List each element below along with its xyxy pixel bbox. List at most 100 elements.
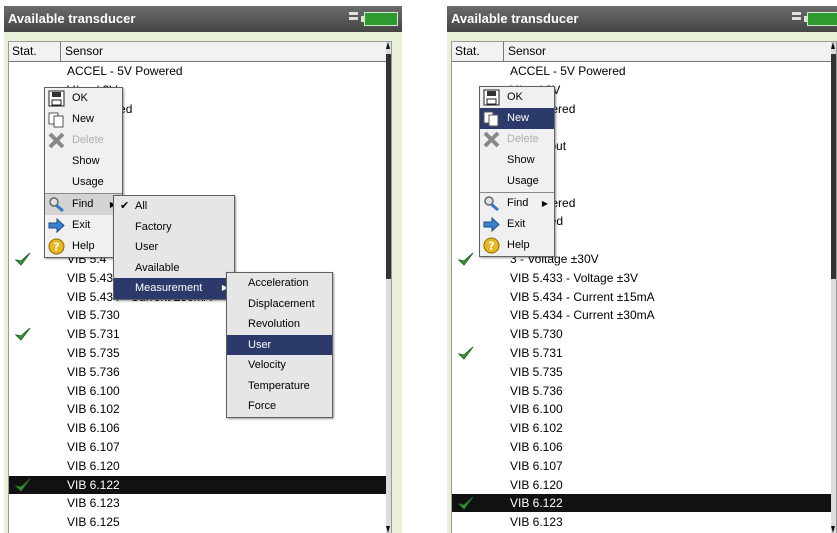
list-row[interactable]: VIB 5.736 — [452, 382, 836, 400]
header-sensor[interactable]: Sensor — [65, 42, 103, 61]
list-row[interactable]: VIB 5.731 — [452, 344, 836, 362]
scrollbar[interactable] — [831, 42, 836, 533]
new-document-icon — [48, 111, 65, 128]
menu-item-ok[interactable]: OK — [45, 88, 122, 109]
battery-icon — [804, 12, 837, 26]
list-row[interactable]: VIB 6.120 — [9, 457, 391, 475]
list-row[interactable]: VIB 5.731 — [9, 325, 391, 343]
submenu-item-force[interactable]: Force — [227, 396, 332, 417]
submenu-item-all[interactable]: ✔ All — [114, 196, 234, 217]
header-stat[interactable]: Stat. — [12, 42, 37, 61]
scrollbar[interactable] — [386, 42, 391, 533]
list-row[interactable]: VIB 5.730 — [9, 306, 391, 324]
checkmark-icon — [457, 495, 474, 511]
context-menu: OK New Delete Show UsageFind▶Exit?Help — [44, 87, 123, 258]
submenu-item-label: Acceleration — [248, 277, 309, 289]
submenu-item-velocity[interactable]: Velocity — [227, 355, 332, 376]
list-row[interactable]: ACCEL - 5V Powered — [452, 62, 836, 80]
sensor-name: VIB 5.43 — [67, 270, 114, 285]
sensor-name: VIB 6.106 — [67, 421, 120, 436]
menu-item-exit[interactable]: Exit — [480, 214, 554, 235]
menu-item-new[interactable]: New — [480, 108, 554, 129]
sensor-name: VIB 5.434 - Current ±30mA — [510, 308, 655, 323]
list-row[interactable]: VIB 6.122 — [9, 475, 391, 494]
header-stat[interactable]: Stat. — [455, 42, 480, 61]
list-row[interactable]: VIB 5.730 — [452, 325, 836, 343]
menu-item-label: Find — [507, 197, 529, 209]
list-row[interactable]: VIB 6.125 — [9, 513, 391, 531]
scroll-thumb[interactable] — [831, 54, 836, 279]
exit-arrow-icon — [48, 217, 65, 234]
submenu-item-label: Factory — [135, 220, 172, 233]
menu-item-label: New — [72, 113, 95, 125]
list-row[interactable]: VIB 6.102 — [9, 400, 391, 418]
list-row[interactable]: VIB 6.100 — [9, 382, 391, 400]
header-divider — [60, 42, 61, 61]
submenu-item-temperature[interactable]: Temperature — [227, 376, 332, 397]
scroll-thumb[interactable] — [386, 54, 391, 279]
menu-item-exit[interactable]: Exit — [45, 215, 122, 236]
submenu-item-measurement[interactable]: Measurement ▶ — [114, 278, 234, 299]
menu-item-label: New — [507, 112, 530, 124]
list-row[interactable]: VIB 6.120 — [452, 476, 836, 494]
list-row[interactable]: VIB 6.102 — [452, 419, 836, 437]
list-header: Stat. Sensor — [9, 42, 391, 62]
list-row[interactable]: VIB 6.106 — [452, 438, 836, 456]
submenu-item-revolution[interactable]: Revolution — [227, 314, 332, 335]
list-row[interactable]: VIB 5.735 — [9, 344, 391, 362]
list-row[interactable]: VIB 6.107 — [9, 438, 391, 456]
menu-item-help[interactable]: ? Help — [480, 235, 554, 256]
context-menu: OK New DeleteShowUsageFind▶Exit?Help — [479, 86, 555, 257]
menu-item-new[interactable]: New — [45, 109, 122, 130]
sensor-name: ACCEL - 5V Powered — [67, 64, 183, 78]
list-row[interactable]: VIB 5.434 - Current ±15mA — [452, 288, 836, 306]
submenu-item-user[interactable]: User — [114, 237, 234, 258]
menu-item-usage[interactable]: Usage — [480, 171, 554, 192]
list-row[interactable]: VIB 5.735 — [452, 363, 836, 381]
submenu-item-label: Temperature — [248, 379, 310, 392]
list-row[interactable]: VIB 6.123 — [452, 513, 836, 531]
sensor-name: VIB 6.102 — [510, 421, 563, 436]
sensor-name: VIB 5.730 — [67, 308, 120, 323]
menu-item-label: Show — [72, 155, 100, 167]
list-row[interactable]: VIB 6.123 — [9, 494, 391, 512]
menu-item-label: Delete — [72, 134, 104, 146]
sensor-name: VIB 6.100 — [510, 402, 563, 417]
list-row[interactable]: VIB 5.433 - Voltage ±3V — [452, 269, 836, 287]
sensor-name: VIB 5.433 - Voltage ±3V — [510, 270, 639, 285]
menu-item-find[interactable]: Find▶ — [480, 192, 554, 214]
scroll-up-icon[interactable] — [831, 42, 835, 49]
scroll-up-icon[interactable] — [386, 42, 390, 49]
submenu-item-factory[interactable]: Factory — [114, 217, 234, 238]
menu-item-show[interactable]: Show — [45, 151, 122, 172]
list-row[interactable]: VIB 6.100 — [452, 400, 836, 418]
list-row[interactable]: VIB 6.122 — [452, 494, 836, 513]
list-row[interactable]: VIB 6.106 — [9, 419, 391, 437]
list-row[interactable]: VIB 5.434 - Current ±30mA — [452, 306, 836, 324]
header-sensor[interactable]: Sensor — [508, 42, 546, 61]
list-row[interactable]: VIB 6.107 — [452, 457, 836, 475]
list-row[interactable]: ACCEL - 5V Powered — [9, 62, 391, 80]
title-bar: Available transducer — [447, 6, 837, 32]
menu-item-delete[interactable]: Delete — [45, 130, 122, 151]
delete-x-icon — [483, 131, 500, 148]
submenu-item-acceleration[interactable]: Acceleration — [227, 273, 332, 294]
window-title: Available transducer — [8, 11, 136, 26]
menu-item-find[interactable]: Find▶ — [45, 193, 122, 215]
submenu-item-user[interactable]: User — [227, 334, 332, 355]
save-icon — [483, 89, 500, 106]
submenu-item-label: All — [135, 200, 148, 212]
menu-item-delete[interactable]: Delete — [480, 129, 554, 150]
menu-item-ok[interactable]: OK — [480, 87, 554, 108]
list-row[interactable]: VIB 5.736 — [9, 363, 391, 381]
submenu-item-label: Displacement — [248, 297, 315, 310]
scroll-down-icon[interactable] — [386, 526, 390, 533]
submenu-item-displacement[interactable]: Displacement — [227, 294, 332, 315]
menu-item-show[interactable]: Show — [480, 150, 554, 171]
menu-item-usage[interactable]: Usage — [45, 172, 122, 193]
find-probe-icon — [48, 196, 65, 213]
submenu-item-available[interactable]: Available — [114, 258, 234, 279]
menu-item-label: Find — [72, 198, 94, 210]
scroll-down-icon[interactable] — [831, 526, 835, 533]
menu-item-help[interactable]: ? Help — [45, 236, 122, 257]
